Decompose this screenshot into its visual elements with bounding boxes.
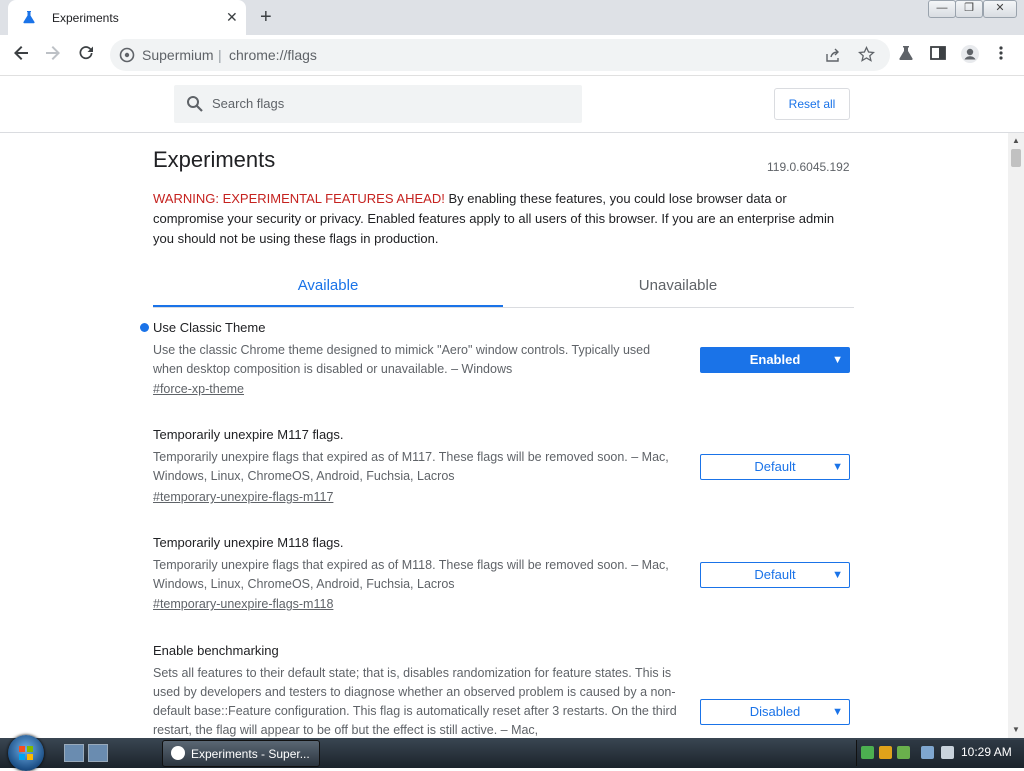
chevron-down-icon: ▼ <box>832 354 843 366</box>
browser-icon <box>171 746 185 760</box>
reload-icon[interactable] <box>77 44 95 68</box>
browser-toolbar: Supermium | chrome://flags <box>0 35 1024 76</box>
flag-description: Sets all features to their default state… <box>153 666 677 737</box>
flag-description: Temporarily unexpire flags that expired … <box>153 450 669 483</box>
chevron-down-icon: ▼ <box>832 461 843 473</box>
volume-muted-icon[interactable] <box>941 746 954 759</box>
flag-state-value: Default <box>754 567 796 582</box>
experiments-content: Experiments 119.0.6045.192 WARNING: EXPE… <box>0 133 1008 738</box>
back-icon[interactable] <box>12 44 30 68</box>
scroll-up-arrow-icon[interactable]: ▲ <box>1012 136 1020 145</box>
scrollbar-thumb[interactable] <box>1011 149 1021 167</box>
restore-button[interactable]: ❐ <box>955 0 983 18</box>
tray-app-icon[interactable] <box>861 746 874 759</box>
flask-icon <box>22 10 36 29</box>
flag-name: Use Classic Theme <box>153 320 266 335</box>
chevron-down-icon: ▼ <box>832 706 843 718</box>
flag-name: Temporarily unexpire M117 flags. <box>153 427 344 442</box>
tab-unavailable[interactable]: Unavailable <box>503 277 853 294</box>
clock[interactable]: 10:29 AM <box>961 745 1012 759</box>
vertical-scrollbar[interactable]: ▲ ▼ <box>1008 133 1024 738</box>
network-icon[interactable] <box>921 746 934 759</box>
menu-kebab-icon[interactable] <box>996 44 1006 68</box>
site-info-icon[interactable] <box>119 47 135 68</box>
taskbar-window-label: Experiments - Super... <box>191 747 310 761</box>
security-shield-icon[interactable] <box>879 746 892 759</box>
labs-icon[interactable] <box>897 44 915 68</box>
flag-state-value: Disabled <box>749 704 801 719</box>
tab-experiments[interactable]: Experiments ✕ <box>8 0 246 35</box>
tab-available[interactable]: Available <box>153 277 503 294</box>
close-tab-icon[interactable]: ✕ <box>226 9 238 25</box>
taskbar: Experiments - Super... 10:29 AM <box>0 735 1024 771</box>
flag-link[interactable]: #force-xp-theme <box>153 382 244 396</box>
flag-description: Temporarily unexpire flags that expired … <box>153 558 669 591</box>
warning-message: WARNING: EXPERIMENTAL FEATURES AHEAD! By… <box>153 189 853 249</box>
flag-name: Temporarily unexpire M118 flags. <box>153 535 344 550</box>
flag-link[interactable]: #temporary-unexpire-flags-m118 <box>153 597 333 611</box>
forward-icon[interactable] <box>44 44 62 68</box>
show-desktop-icon[interactable] <box>64 744 84 762</box>
flags-header: Search flags Reset all <box>0 76 1024 133</box>
reset-all-button[interactable]: Reset all <box>774 88 850 120</box>
warning-label: WARNING: EXPERIMENTAL FEATURES AHEAD! <box>153 191 445 206</box>
flag-state-value: Enabled <box>749 352 801 367</box>
scroll-down-arrow-icon[interactable]: ▼ <box>1012 725 1020 734</box>
search-flags-field[interactable]: Search flags <box>174 85 582 123</box>
url-text[interactable]: chrome://flags <box>229 47 317 63</box>
page-title: Experiments <box>153 147 276 172</box>
taskbar-window-button[interactable]: Experiments - Super... <box>162 740 320 767</box>
title-bar: Experiments ✕ + — ❐ ✕ <box>0 0 1024 35</box>
start-button[interactable] <box>8 735 44 771</box>
tab-title: Experiments <box>52 11 119 25</box>
flag-state-value: Default <box>754 459 796 474</box>
version-label: 119.0.6045.192 <box>767 160 850 174</box>
minimize-button[interactable]: — <box>928 0 956 18</box>
flag-name: Enable benchmarking <box>153 643 279 658</box>
switch-windows-icon[interactable] <box>88 744 108 762</box>
profile-avatar-icon[interactable] <box>960 44 980 70</box>
search-placeholder: Search flags <box>212 96 285 111</box>
address-bar[interactable]: Supermium | chrome://flags <box>110 39 890 71</box>
site-name: Supermium <box>142 47 214 63</box>
flag-state-select[interactable]: Disabled ▼ <box>700 699 850 725</box>
windows-logo-icon <box>18 745 34 765</box>
flag-state-select[interactable]: Enabled ▼ <box>700 347 850 373</box>
close-window-button[interactable]: ✕ <box>983 0 1017 18</box>
tabs-bar: Available Unavailable <box>153 267 854 308</box>
flag-state-select[interactable]: Default ▼ <box>700 454 850 480</box>
active-tab-indicator <box>153 305 503 307</box>
chevron-down-icon: ▼ <box>832 569 843 581</box>
share-icon[interactable] <box>825 47 841 68</box>
flag-link[interactable]: #temporary-unexpire-flags-m117 <box>153 490 333 504</box>
bookmark-star-icon[interactable] <box>857 45 876 68</box>
tray-app-icon[interactable] <box>897 746 910 759</box>
new-tab-button[interactable]: + <box>260 6 272 28</box>
flag-description: Use the classic Chrome theme designed to… <box>153 343 651 376</box>
url-separator: | <box>218 47 222 63</box>
search-icon <box>186 95 204 118</box>
system-tray: 10:29 AM <box>856 740 1024 766</box>
flag-state-select[interactable]: Default ▼ <box>700 562 850 588</box>
modified-indicator-icon <box>140 323 149 332</box>
side-panel-icon[interactable] <box>929 44 947 68</box>
